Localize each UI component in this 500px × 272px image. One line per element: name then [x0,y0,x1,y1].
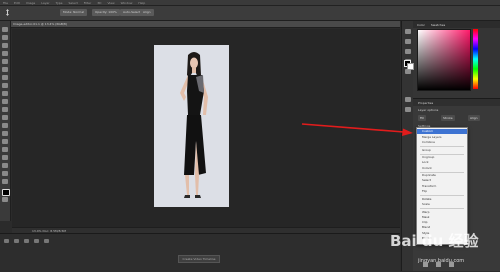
color-panel-tabs: Color Swatches [413,21,500,28]
next-frame-icon[interactable] [34,239,39,243]
brush-settings-icon[interactable] [405,39,411,44]
woman-photo-image [154,45,229,207]
menu-layer[interactable]: Layer [41,1,49,5]
eraser-tool-icon[interactable] [2,107,8,112]
move-tool-icon[interactable] [2,27,8,32]
dodge-tool-icon[interactable] [2,131,8,136]
menu-view[interactable]: View [107,1,114,5]
options-bar: Mode: Normal Opacity: 100% Auto-Select A… [0,6,500,21]
align-button[interactable]: Align [140,9,154,16]
layers-icon[interactable] [405,107,411,112]
menu-item[interactable]: Custom [417,129,467,135]
gradient-tool-icon[interactable] [2,115,8,120]
audio-icon[interactable] [44,239,49,243]
baidu-watermark-logo: Bai du 经验 [390,232,479,250]
stamp-tool-icon[interactable] [2,91,8,96]
hand-tool-icon[interactable] [2,171,8,176]
tab-color[interactable]: Color [417,23,425,27]
hue-slider[interactable] [473,29,478,89]
timeline-panel: Create Video Timeline [0,233,400,272]
brush-tool-icon[interactable] [2,83,8,88]
color-picker-field[interactable] [417,29,471,91]
menu-item[interactable]: Merge Layers [417,135,467,140]
menu-edit[interactable]: Edit [14,1,20,5]
align-button[interactable]: Align [468,115,480,121]
lasso-tool-icon[interactable] [2,43,8,48]
menu-item[interactable]: Group [417,148,467,153]
character-icon[interactable] [405,49,411,54]
first-frame-icon[interactable] [4,239,9,243]
opacity-field[interactable]: Opacity: 100% [92,9,120,16]
history-icon[interactable] [405,29,411,34]
trash-icon[interactable] [449,262,454,267]
background-color-swatch[interactable] [407,63,414,70]
layers-footer-icons [423,262,454,267]
crop-tool-icon[interactable] [2,59,8,64]
create-video-timeline-button[interactable]: Create Video Timeline [178,255,220,263]
menu-item[interactable]: Flip [417,189,467,194]
marquee-tool-icon[interactable] [2,35,8,40]
link-icon[interactable] [423,262,428,267]
menu-item[interactable]: Combine [417,140,467,145]
layer-options-dropdown: Custom Merge Layers Combine Group Ungrou… [416,127,468,245]
menu-help[interactable]: Help [138,1,145,5]
menu-item[interactable]: Scale [417,202,467,207]
properties-icon[interactable] [405,97,411,102]
tab-swatches[interactable]: Swatches [431,23,445,27]
menu-type[interactable]: Type [56,1,63,5]
timeline-controls [4,237,49,245]
mode-select[interactable]: Mode: Normal [60,9,87,16]
menu-item[interactable]: Unlock [417,166,467,171]
new-layer-icon[interactable] [436,262,441,267]
history-brush-tool-icon[interactable] [2,99,8,104]
eyedropper-tool-icon[interactable] [2,67,8,72]
pen-tool-icon[interactable] [2,139,8,144]
menu-window[interactable]: Window [121,1,133,5]
menu-file[interactable]: File [3,1,8,5]
document-image[interactable] [154,45,229,207]
foreground-color-swatch[interactable] [2,189,10,196]
stroke-button[interactable]: Stroke [441,115,455,121]
path-select-tool-icon[interactable] [2,155,8,160]
document-tab[interactable]: Image-editor-01.1 @ 13.4% (RGB/8) [10,21,400,28]
properties-title: Properties [418,101,434,105]
zoom-tool-icon[interactable] [2,179,8,184]
type-tool-icon[interactable] [2,147,8,152]
move-tool-icon[interactable] [4,9,11,16]
menu-3d[interactable]: 3D [97,1,101,5]
play-icon[interactable] [24,239,29,243]
fill-button[interactable]: Fill [418,115,427,121]
tools-panel [0,21,11,221]
healing-tool-icon[interactable] [2,75,8,80]
menu-image[interactable]: Image [26,1,35,5]
prev-frame-icon[interactable] [14,239,19,243]
magic-wand-tool-icon[interactable] [2,51,8,56]
blur-tool-icon[interactable] [2,123,8,128]
quick-mask-icon[interactable] [2,197,8,202]
menu-filter[interactable]: Filter [84,1,91,5]
shape-tool-icon[interactable] [2,163,8,168]
menu-select[interactable]: Select [69,1,78,5]
properties-subtitle: Layer options [418,108,439,112]
